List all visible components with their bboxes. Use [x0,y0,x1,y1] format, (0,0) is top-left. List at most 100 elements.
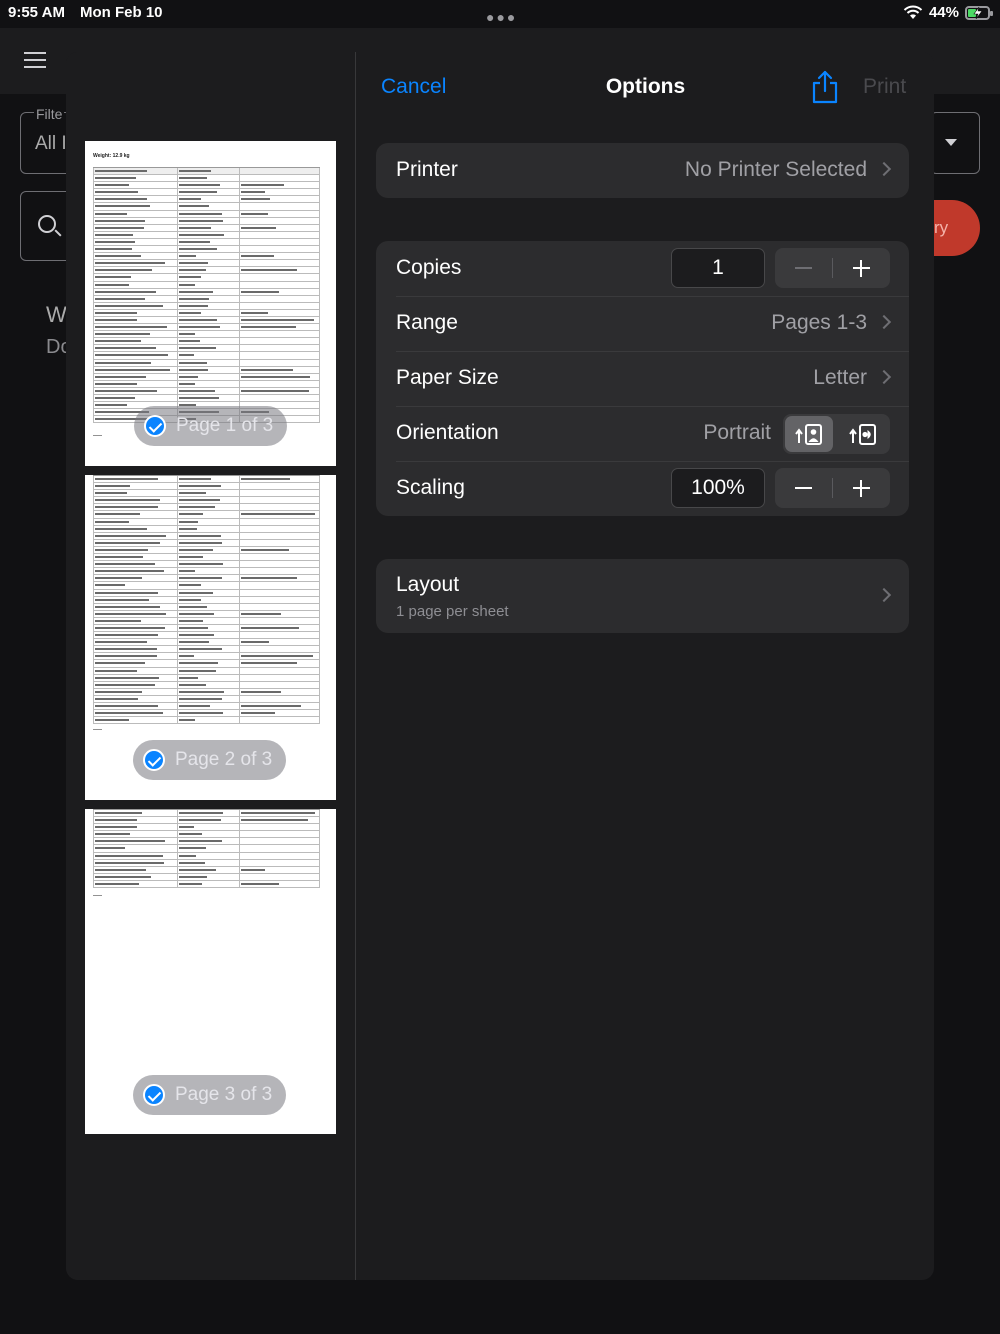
range-row[interactable]: Range Pages 1-3 [376,296,909,351]
status-bar: 9:55 AM Mon Feb 10 ●●● 44% [0,0,1000,28]
table-gridline [93,476,94,725]
multitasking-dots-icon[interactable]: ●●● [486,9,517,25]
page-1-selection-badge[interactable]: Page 1 of 3 [134,406,288,446]
table-row [93,597,320,604]
table-gridline [93,810,94,889]
copies-stepper [775,248,890,288]
table-row [93,504,320,512]
landscape-orientation-button[interactable] [839,416,887,452]
table-row [93,653,320,661]
table-row [93,824,320,832]
page-footer: ▬▬▬ [93,727,102,731]
print-preview-pane: Weight: 12.9 kg ▬▬▬ ▬▬▬ ▬▬▬ Page 1 of 3 … [66,52,356,1280]
document-table [93,475,320,725]
table-row [93,395,320,403]
document-table [93,167,320,424]
table-row [93,497,320,505]
table-gridline [177,168,178,424]
table-row [93,324,320,332]
menu-icon [24,52,46,73]
scaling-increment-button[interactable] [833,468,890,508]
table-row [93,547,320,555]
table-row [93,533,320,540]
status-date: Mon Feb 10 [80,4,163,21]
printer-row[interactable]: Printer No Printer Selected [376,143,909,198]
background-filter-label: Filte [34,106,65,122]
print-button[interactable]: Print [863,75,906,99]
scaling-decrement-button[interactable] [775,468,832,508]
table-gridline [319,168,320,424]
table-row [93,675,320,682]
portrait-orientation-icon [795,424,822,445]
layout-sublabel: 1 page per sheet [396,603,509,620]
status-time: 9:55 AM [8,4,65,21]
table-row [93,568,320,576]
table-row [93,367,320,374]
table-gridline [319,476,320,725]
table-row [93,483,320,491]
page-3-selection-badge[interactable]: Page 3 of 3 [133,1075,287,1115]
table-row [93,881,320,889]
page-2-selection-badge[interactable]: Page 2 of 3 [133,740,287,780]
copies-field[interactable]: 1 [671,248,765,288]
scaling-stepper [775,468,890,508]
paper-size-label: Paper Size [396,366,499,389]
table-row [93,703,320,711]
table-row [93,282,320,289]
table-row [93,246,320,254]
printer-label: Printer [396,158,458,181]
portrait-orientation-button[interactable] [785,416,833,452]
table-gridline [93,168,94,424]
table-row [93,253,320,261]
table-row [93,476,320,484]
settings-group: Copies 1 Range Pages 1-3 Paper Size Lett… [376,241,909,516]
table-row [93,168,320,176]
table-row [93,625,320,633]
table-row [93,867,320,874]
page-footer: ▬▬▬ [93,433,102,437]
chevron-right-icon [876,314,892,330]
table-row [93,682,320,689]
table-row [93,338,320,346]
table-row [93,352,320,360]
copies-increment-button[interactable] [833,248,890,288]
table-row [93,853,320,860]
orientation-value: Portrait [703,421,771,444]
orientation-segmented-control [783,414,890,454]
table-row [93,817,320,825]
copies-decrement-button[interactable] [775,248,832,288]
document-table [93,809,320,889]
table-row [93,519,320,526]
table-row [93,561,320,569]
table-row [93,590,320,597]
checkmark-icon [143,749,165,771]
share-icon[interactable] [810,70,840,104]
battery-percent: 44% [928,4,959,21]
paper-size-row[interactable]: Paper Size Letter [376,351,909,406]
status-right: 44% [903,4,993,21]
table-row [93,689,320,696]
copies-label: Copies [396,256,462,279]
table-row [93,218,320,225]
table-row [93,232,320,239]
table-row [93,196,320,204]
table-row [93,831,320,839]
table-row [93,582,320,590]
table-row [93,639,320,647]
table-row [93,381,320,388]
scaling-label: Scaling [396,476,465,499]
table-row [93,575,320,583]
range-value: Pages 1-3 [771,311,867,334]
cancel-button[interactable]: Cancel [381,75,446,99]
table-row [93,660,320,668]
print-options-sheet: Weight: 12.9 kg ▬▬▬ ▬▬▬ ▬▬▬ Page 1 of 3 … [66,52,934,1280]
search-icon [38,215,56,233]
page-footer: ▬▬▬ [93,893,102,897]
table-row [93,225,320,232]
table-row [93,490,320,498]
charging-bolt-icon [973,6,983,19]
layout-group[interactable]: Layout 1 page per sheet [376,559,909,633]
scaling-field[interactable]: 100% [671,468,765,508]
table-row [93,717,320,725]
background-text-1: W [46,302,67,327]
